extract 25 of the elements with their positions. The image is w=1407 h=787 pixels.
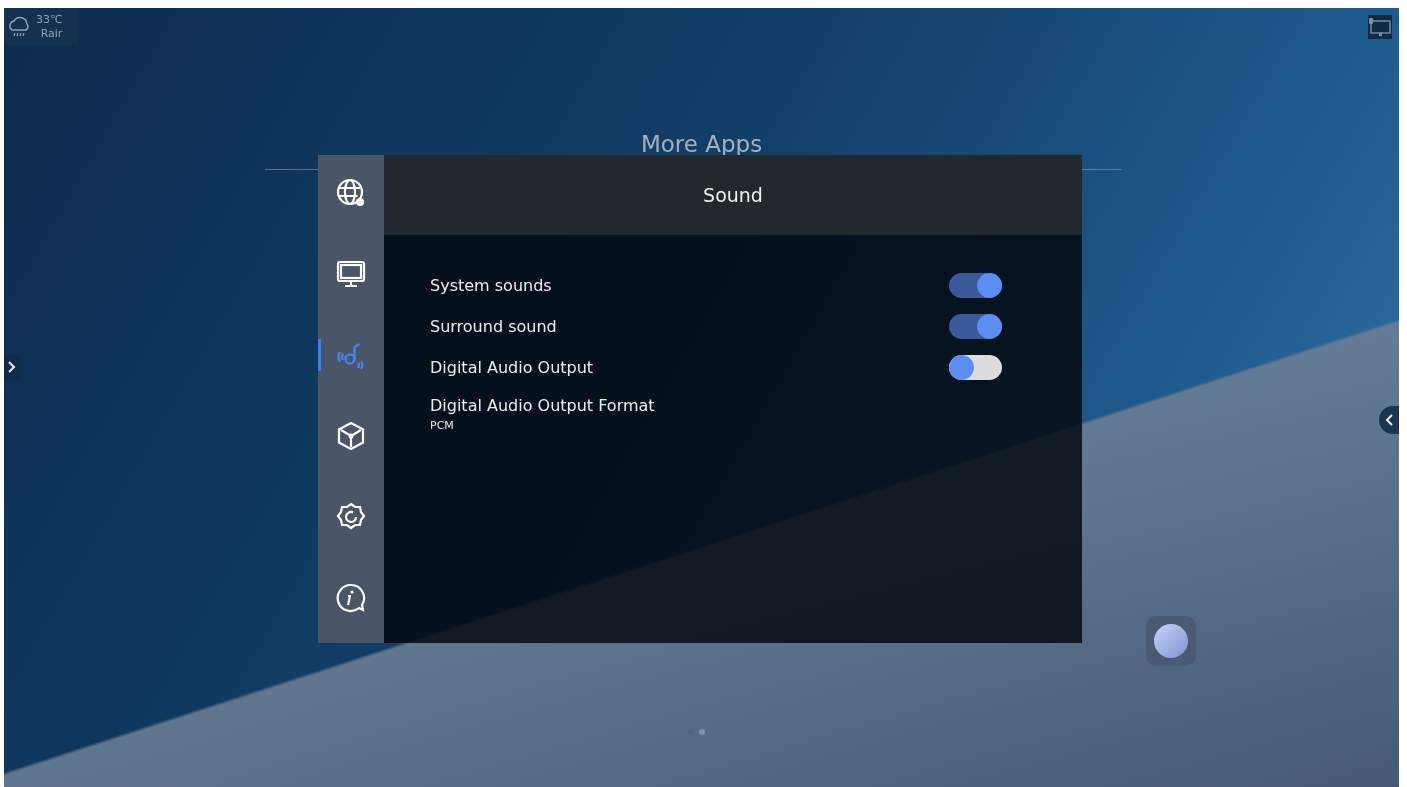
setting-value: PCM xyxy=(430,419,454,432)
page-dot[interactable] xyxy=(699,729,705,735)
rain-cloud-icon xyxy=(6,15,32,38)
toggle-switch[interactable] xyxy=(949,355,1002,380)
chevron-left-icon xyxy=(1385,414,1393,426)
setting-label: Digital Audio Output xyxy=(430,358,594,377)
temperature-text: 33℃ xyxy=(36,12,63,27)
weather-text: Rair xyxy=(40,26,63,41)
toggle-switch[interactable] xyxy=(949,314,1002,339)
setting-label: Surround sound xyxy=(430,317,557,336)
expand-left-tab[interactable] xyxy=(4,354,20,380)
chevron-right-icon xyxy=(8,361,16,373)
screen-cast-icon[interactable] xyxy=(1368,15,1392,39)
dialog-title: Sound xyxy=(703,184,763,206)
monitor-icon xyxy=(335,258,367,290)
floating-assist-button[interactable] xyxy=(1146,616,1196,666)
more-apps-title: More Apps xyxy=(639,131,764,159)
globe-gear-icon xyxy=(335,177,367,209)
weather-widget[interactable]: 33℃ Rair xyxy=(4,8,78,45)
info-icon xyxy=(335,582,367,614)
setting-label: Digital Audio Output Format xyxy=(430,396,655,415)
setting-label: System sounds xyxy=(430,276,552,295)
expand-right-tab[interactable] xyxy=(1379,406,1399,434)
toggle-switch[interactable] xyxy=(949,273,1002,298)
cube-icon xyxy=(335,420,367,452)
